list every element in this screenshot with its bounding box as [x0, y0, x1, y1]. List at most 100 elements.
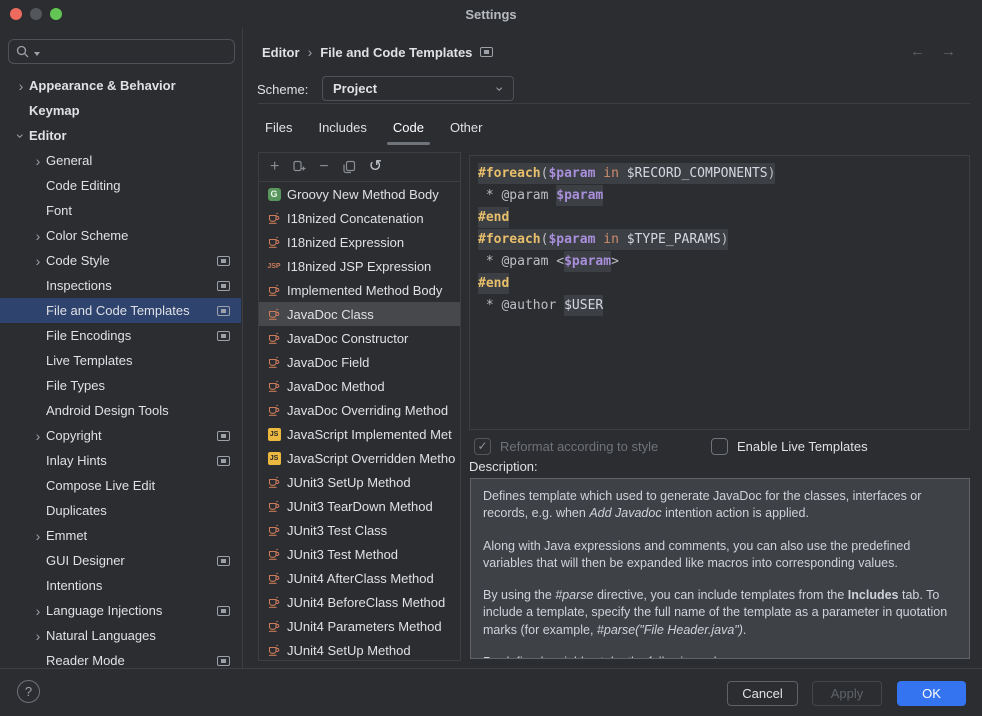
template-list-panel: + − ↺ GGroovy New Method BodyI18nized Conc…	[258, 152, 461, 661]
tab-files[interactable]: Files	[265, 120, 292, 145]
chevron-collapsed-icon[interactable]: ›	[30, 254, 46, 268]
list-item-javadoc-method[interactable]: JavaDoc Method	[259, 374, 460, 398]
sidebar-item-android-design-tools[interactable]: Android Design Tools	[0, 398, 241, 423]
sidebar-item-label: Inlay Hints	[46, 453, 107, 468]
list-item-groovy-new-method-body[interactable]: GGroovy New Method Body	[259, 182, 460, 206]
apply-button[interactable]: Apply	[812, 681, 882, 706]
sidebar-item-label: File and Code Templates	[46, 303, 190, 318]
code-line: * @author $USER	[470, 295, 969, 317]
help-button[interactable]: ?	[17, 680, 40, 703]
list-item-junit4-afterclass-method[interactable]: JUnit4 AfterClass Method	[259, 566, 460, 590]
list-item-junit3-test-class[interactable]: JUnit3 Test Class	[259, 518, 460, 542]
sidebar-item-intentions[interactable]: Intentions	[0, 573, 241, 598]
jsp-file-icon: JSP	[267, 259, 281, 273]
list-item-javadoc-class[interactable]: JavaDoc Class	[259, 302, 460, 326]
sidebar-item-emmet[interactable]: ›Emmet	[0, 523, 241, 548]
tab-code[interactable]: Code	[393, 120, 424, 145]
sidebar-item-inspections[interactable]: Inspections	[0, 273, 241, 298]
chevron-collapsed-icon[interactable]: ›	[30, 229, 46, 243]
duplicate-template-icon[interactable]	[292, 160, 306, 174]
copy-template-icon[interactable]	[342, 160, 356, 174]
screen-icon	[217, 331, 230, 341]
sidebar-item-natural-languages[interactable]: ›Natural Languages	[0, 623, 241, 648]
chevron-collapsed-icon[interactable]: ›	[30, 429, 46, 443]
chevron-collapsed-icon[interactable]: ›	[30, 629, 46, 643]
breadcrumb-item-file-and-code-templates[interactable]: File and Code Templates	[320, 45, 472, 60]
description-paragraph: Along with Java expressions and comments…	[483, 538, 957, 573]
list-item-javadoc-overriding-method[interactable]: JavaDoc Overriding Method	[259, 398, 460, 422]
sidebar-item-reader-mode[interactable]: Reader Mode	[0, 648, 241, 673]
java-file-icon	[267, 523, 281, 537]
code-line: * @param $param	[470, 185, 969, 207]
list-item-junit4-setup-method[interactable]: JUnit4 SetUp Method	[259, 638, 460, 661]
list-item-junit4-beforeclass-method[interactable]: JUnit4 BeforeClass Method	[259, 590, 460, 614]
sidebar-item-appearance-behavior[interactable]: ›Appearance & Behavior	[0, 73, 241, 98]
sidebar-item-inlay-hints[interactable]: Inlay Hints	[0, 448, 241, 473]
list-item-junit3-setup-method[interactable]: JUnit3 SetUp Method	[259, 470, 460, 494]
sidebar-item-editor[interactable]: ›Editor	[0, 123, 241, 148]
sidebar-item-label: Keymap	[29, 103, 80, 118]
back-arrow-icon[interactable]: ←	[910, 43, 925, 60]
list-item-junit4-parameters-method[interactable]: JUnit4 Parameters Method	[259, 614, 460, 638]
screen-icon	[217, 456, 230, 466]
list-item-javadoc-field[interactable]: JavaDoc Field	[259, 350, 460, 374]
sidebar-item-label: Font	[46, 203, 72, 218]
sidebar-item-code-style[interactable]: ›Code Style	[0, 248, 241, 273]
chevron-expanded-icon[interactable]: ›	[14, 128, 28, 144]
list-item-implemented-method-body[interactable]: Implemented Method Body	[259, 278, 460, 302]
remove-template-icon[interactable]: −	[319, 159, 328, 175]
checkbox-checked-icon[interactable]: ✓	[474, 438, 491, 455]
chevron-collapsed-icon[interactable]: ›	[30, 604, 46, 618]
sidebar-item-keymap[interactable]: Keymap	[0, 98, 241, 123]
chevron-collapsed-icon[interactable]: ›	[30, 529, 46, 543]
sidebar-item-font[interactable]: Font	[0, 198, 241, 223]
sidebar-item-code-editing[interactable]: Code Editing	[0, 173, 241, 198]
sidebar-item-live-templates[interactable]: Live Templates	[0, 348, 241, 373]
chevron-collapsed-icon[interactable]: ›	[13, 79, 29, 93]
list-item-javascript-overridden-metho[interactable]: JSJavaScript Overridden Metho	[259, 446, 460, 470]
template-name: JavaDoc Constructor	[287, 331, 408, 346]
scheme-dropdown[interactable]: Project ›	[322, 76, 514, 101]
enable-live-templates-checkbox[interactable]: Enable Live Templates	[711, 437, 868, 455]
sidebar-item-color-scheme[interactable]: ›Color Scheme	[0, 223, 241, 248]
chevron-collapsed-icon[interactable]: ›	[30, 154, 46, 168]
tab-other[interactable]: Other	[450, 120, 483, 145]
ok-button[interactable]: OK	[897, 681, 966, 706]
add-template-icon[interactable]: +	[270, 159, 279, 175]
sidebar-item-file-encodings[interactable]: File Encodings	[0, 323, 241, 348]
template-name: JavaDoc Field	[287, 355, 369, 370]
sidebar-item-label: Emmet	[46, 528, 87, 543]
sidebar-item-duplicates[interactable]: Duplicates	[0, 498, 241, 523]
checkbox-unchecked-icon[interactable]	[711, 438, 728, 455]
sidebar-item-label: Language Injections	[46, 603, 162, 618]
list-item-javadoc-constructor[interactable]: JavaDoc Constructor	[259, 326, 460, 350]
breadcrumb-item-editor[interactable]: Editor	[262, 45, 300, 60]
list-item-i18nized-jsp-expression[interactable]: JSPI18nized JSP Expression	[259, 254, 460, 278]
sidebar-item-gui-designer[interactable]: GUI Designer	[0, 548, 241, 573]
sidebar-item-file-and-code-templates[interactable]: File and Code Templates	[0, 298, 241, 323]
java-file-icon	[267, 547, 281, 561]
reformat-checkbox[interactable]: ✓ Reformat according to style	[474, 437, 658, 455]
java-file-icon	[267, 211, 281, 225]
list-item-javascript-implemented-met[interactable]: JSJavaScript Implemented Met	[259, 422, 460, 446]
sidebar-item-language-injections[interactable]: ›Language Injections	[0, 598, 241, 623]
sidebar-item-general[interactable]: ›General	[0, 148, 241, 173]
forward-arrow-icon[interactable]: →	[941, 43, 956, 60]
template-name: Groovy New Method Body	[287, 187, 439, 202]
sidebar-item-compose-live-edit[interactable]: Compose Live Edit	[0, 473, 241, 498]
list-item-i18nized-concatenation[interactable]: I18nized Concatenation	[259, 206, 460, 230]
list-item-i18nized-expression[interactable]: I18nized Expression	[259, 230, 460, 254]
sidebar-item-label: File Types	[46, 378, 105, 393]
tab-includes[interactable]: Includes	[318, 120, 366, 145]
revert-template-icon[interactable]: ↺	[369, 159, 382, 175]
cancel-button[interactable]: Cancel	[727, 681, 798, 706]
sidebar-item-copyright[interactable]: ›Copyright	[0, 423, 241, 448]
template-editor[interactable]: #foreach($param in $RECORD_COMPONENTS) *…	[469, 155, 970, 430]
sidebar-item-file-types[interactable]: File Types	[0, 373, 241, 398]
settings-search-input[interactable]	[40, 43, 200, 60]
sidebar-item-label: Live Templates	[46, 353, 132, 368]
search-box[interactable]	[8, 39, 235, 64]
screen-icon	[217, 306, 230, 316]
list-item-junit3-teardown-method[interactable]: JUnit3 TearDown Method	[259, 494, 460, 518]
list-item-junit3-test-method[interactable]: JUnit3 Test Method	[259, 542, 460, 566]
